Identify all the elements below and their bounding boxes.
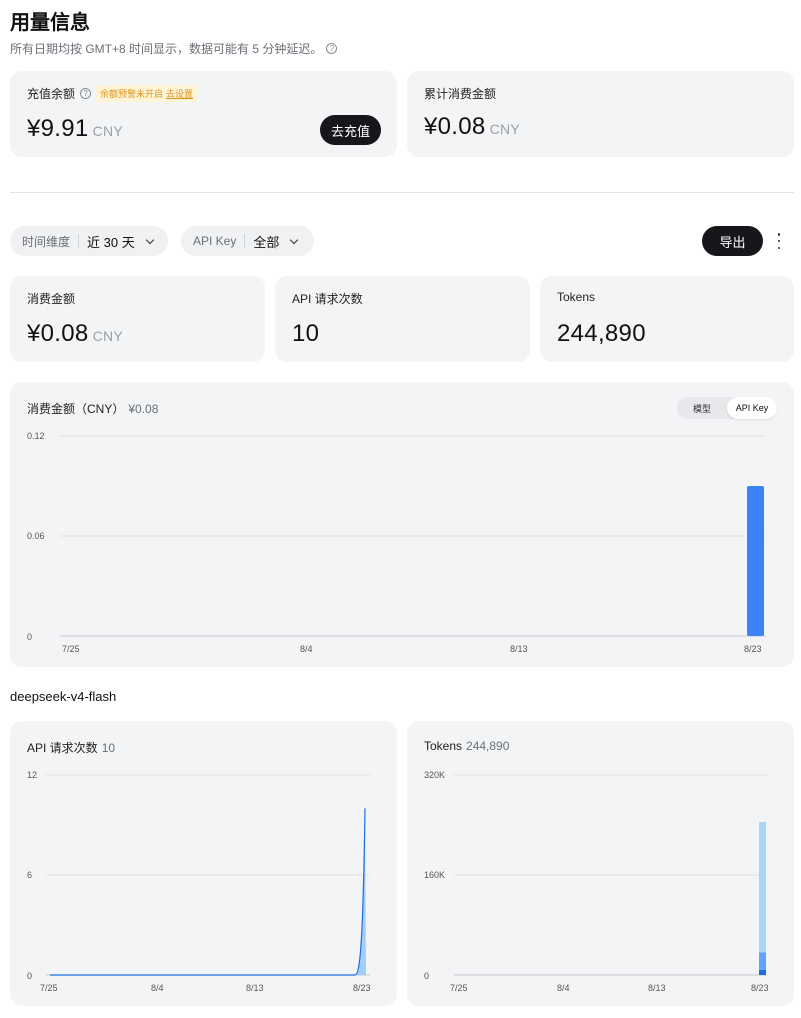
spend-stat-amount: ¥0.08 xyxy=(27,320,89,347)
x-tick: 7/25 xyxy=(450,983,468,993)
requests-line[interactable] xyxy=(50,808,366,976)
balance-warning-link[interactable]: 去设置 xyxy=(166,87,193,100)
x-tick: 7/25 xyxy=(40,983,58,993)
subtitle-text: 所有日期均按 GMT+8 时间显示，数据可能有 5 分钟延迟。 xyxy=(10,42,323,56)
cumulative-currency: CNY xyxy=(489,121,521,137)
more-options-icon[interactable] xyxy=(776,233,782,249)
tokens-bar-segment[interactable] xyxy=(759,970,766,975)
y-tick: 160K xyxy=(424,870,445,880)
api-key-filter-separator xyxy=(244,234,246,248)
balance-currency: CNY xyxy=(92,123,124,139)
chevron-down-icon xyxy=(290,235,299,244)
spend-stat-label: 消费金额 xyxy=(27,292,76,306)
tokens-stat-card: Tokens 244,890 xyxy=(540,276,794,362)
chevron-down-icon xyxy=(145,235,154,244)
x-tick: 8/23 xyxy=(353,983,371,993)
y-tick: 320K xyxy=(424,770,445,780)
api-key-filter-label: API Key xyxy=(193,234,237,248)
y-tick: 0.06 xyxy=(27,531,45,541)
balance-amount-value: ¥9.91 xyxy=(27,115,89,142)
divider xyxy=(10,192,794,193)
cumulative-label: 累计消费金额 xyxy=(424,87,497,101)
balance-amount: ¥9.91 CNY xyxy=(27,115,123,143)
page-subtitle: 所有日期均按 GMT+8 时间显示，数据可能有 5 分钟延迟。 ? xyxy=(10,40,338,57)
y-tick: 0.12 xyxy=(27,431,45,441)
requests-area[interactable] xyxy=(50,808,366,975)
y-tick: 6 xyxy=(27,870,32,880)
spend-chart-card: 消费金额（CNY） ¥0.08 模型 API Key 0.12 0.06 0 7/… xyxy=(10,382,794,667)
spend-stat-card: 消费金额 ¥0.08 CNY xyxy=(10,276,265,362)
spend-bar[interactable] xyxy=(747,486,764,636)
tokens-bar-segment[interactable] xyxy=(759,952,766,971)
time-filter[interactable]: 时间维度 近 30 天 xyxy=(10,226,168,256)
tokens-bar-segment[interactable] xyxy=(759,821,766,953)
requests-stat-value: 10 xyxy=(292,320,320,347)
cumulative-amount: ¥0.08 CNY xyxy=(424,113,520,141)
time-filter-separator xyxy=(78,234,80,248)
x-tick: 8/13 xyxy=(648,983,666,993)
balance-warning-badge: 余额预警未开启 去设置 xyxy=(96,85,198,102)
tokens-chart-svg: 320K 160K 0 7/25 8/4 8/13 8/23 xyxy=(424,770,769,993)
requests-chart-svg: 12 6 0 7/25 8/4 8/13 8/23 xyxy=(27,770,371,993)
balance-warning-text: 余额预警未开启 xyxy=(100,89,164,99)
cumulative-card: 累计消费金额 ¥0.08 CNY xyxy=(407,71,794,157)
spend-stat-value: ¥0.08 CNY xyxy=(27,320,123,348)
spend-stat-currency: CNY xyxy=(92,328,124,344)
x-tick: 8/4 xyxy=(557,983,570,993)
recharge-button[interactable]: 去充值 xyxy=(320,115,381,145)
api-key-filter-value: 全部 xyxy=(253,234,280,250)
spend-chart-grid xyxy=(60,435,766,637)
y-tick: 0 xyxy=(424,971,429,981)
tokens-stat-label: Tokens xyxy=(557,290,596,304)
x-tick: 8/23 xyxy=(751,983,769,993)
x-tick: 8/4 xyxy=(151,983,164,993)
y-tick: 12 xyxy=(27,770,37,780)
balance-label: 充值余额 xyxy=(27,87,76,101)
x-tick: 8/4 xyxy=(300,644,313,654)
x-tick: 8/13 xyxy=(246,983,264,993)
y-tick: 0 xyxy=(27,632,32,642)
page-title: 用量信息 xyxy=(10,12,90,34)
requests-chart-card: API 请求次数 10 12 6 0 7/25 8/4 8/13 8/23 xyxy=(10,721,397,1006)
balance-label-row: 充值余额 ? 余额预警未开启 去设置 xyxy=(27,85,198,102)
model-section-title: deepseek-v4-flash xyxy=(10,689,117,704)
x-tick: 8/13 xyxy=(510,644,528,654)
tokens-stat-value: 244,890 xyxy=(557,320,646,347)
time-filter-value: 近 30 天 xyxy=(87,234,135,250)
tokens-bar-stack[interactable] xyxy=(759,821,766,975)
api-key-filter[interactable]: API Key 全部 xyxy=(181,226,314,256)
help-icon[interactable]: ? xyxy=(326,43,338,54)
requests-stat-label: API 请求次数 xyxy=(292,292,363,306)
balance-help-icon[interactable]: ? xyxy=(80,88,92,99)
export-button[interactable]: 导出 xyxy=(702,226,763,256)
cumulative-amount-value: ¥0.08 xyxy=(424,113,486,140)
y-tick: 0 xyxy=(27,971,32,981)
spend-chart-svg: 0.12 0.06 0 7/25 8/4 8/13 8/23 xyxy=(27,431,766,654)
balance-card: 充值余额 ? 余额预警未开启 去设置 ¥9.91 CNY 去充值 xyxy=(10,71,397,157)
time-filter-label: 时间维度 xyxy=(22,234,71,249)
x-tick: 7/25 xyxy=(62,644,80,654)
tokens-chart-card: Tokens 244,890 320K 160K 0 7/25 8/4 8/13 … xyxy=(407,721,794,1006)
x-tick: 8/23 xyxy=(744,644,762,654)
requests-stat-card: API 请求次数 10 xyxy=(275,276,530,362)
